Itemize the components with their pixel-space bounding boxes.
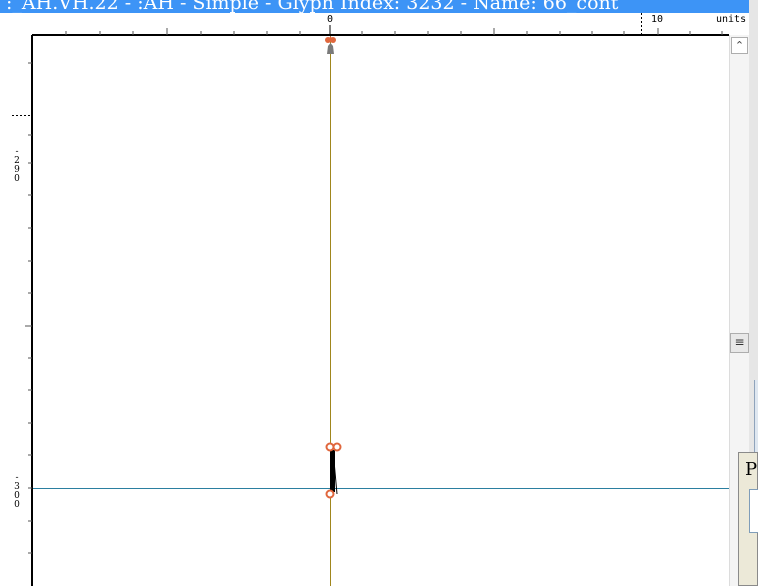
glyph-canvas[interactable] — [32, 35, 729, 586]
background-dialog: P — [738, 452, 758, 586]
ruler-label-zero: 0 — [327, 14, 334, 25]
background-dialog-label: P — [745, 459, 758, 480]
chevron-up-icon[interactable]: ⌃ — [731, 37, 748, 54]
origin-marker — [327, 43, 334, 54]
on-curve-point — [332, 442, 342, 452]
vertical-ruler: -290 -300 — [0, 35, 32, 586]
background-dialog-field — [749, 489, 758, 533]
ruler-label-minus-290: -290 — [12, 147, 22, 186]
on-curve-point — [325, 442, 335, 452]
ruler-units-label: units — [716, 14, 747, 25]
ruler-label-ten: 10 — [651, 14, 664, 25]
on-curve-point — [325, 489, 335, 499]
ruler-label-text: -290 — [12, 147, 22, 183]
grip-icon[interactable]: ≡ — [730, 333, 749, 353]
glyph-contour — [330, 450, 335, 492]
horizontal-ruler: 0 10 units — [0, 13, 758, 35]
phantom-point-right — [330, 37, 336, 43]
window-title: :_AH.VH.22 - :AH - Simple - Glyph Index:… — [6, 0, 619, 13]
ruler-label-minus-300: -300 — [12, 473, 22, 512]
window-title-bar: :_AH.VH.22 - :AH - Simple - Glyph Index:… — [0, 0, 750, 13]
ruler-label-text: -300 — [12, 473, 22, 509]
